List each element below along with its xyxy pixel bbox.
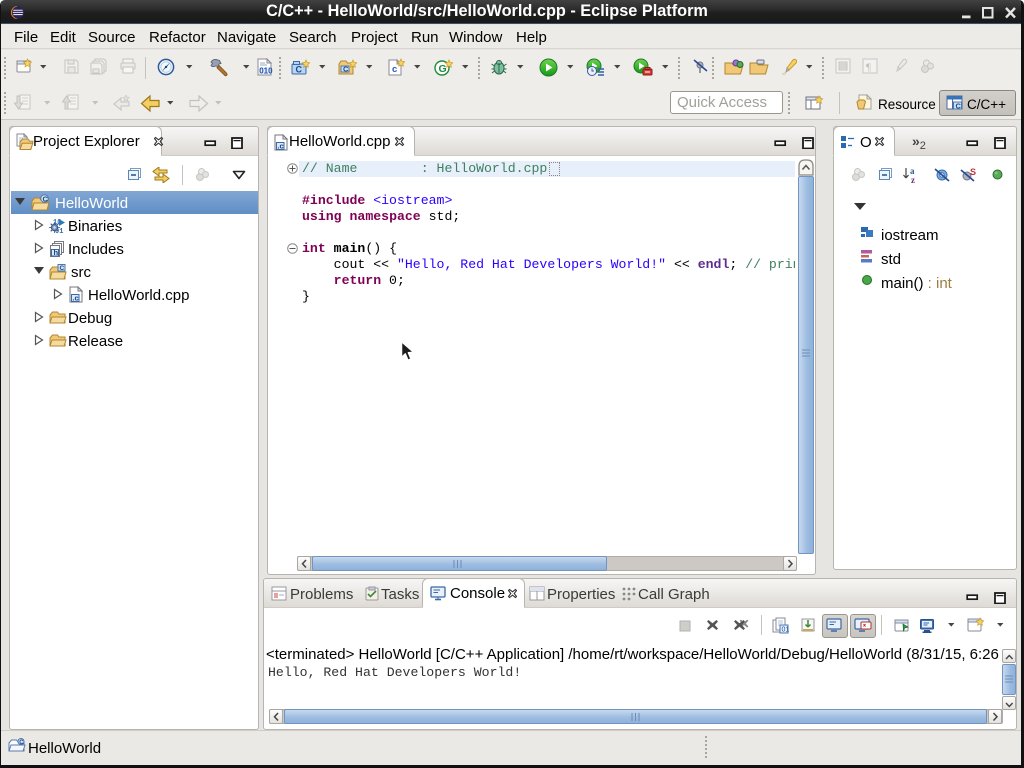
svg-text:.c: .c [277, 141, 283, 150]
svg-text:G: G [439, 63, 447, 75]
svg-text:¶: ¶ [866, 62, 871, 74]
svg-text:.c: .c [72, 293, 78, 302]
svg-text:h: h [54, 248, 59, 257]
svg-text:z: z [911, 175, 915, 184]
svg-text:C: C [956, 102, 962, 111]
svg-text:C: C [43, 195, 49, 204]
svg-text:c: c [392, 64, 397, 75]
svg-text:C: C [60, 265, 65, 272]
svg-text:C: C [19, 740, 24, 746]
svg-text:C: C [343, 65, 349, 74]
svg-text:C: C [296, 65, 303, 75]
svg-text:01: 01 [782, 627, 790, 634]
svg-text:S: S [970, 167, 976, 177]
svg-text:010: 010 [259, 67, 273, 76]
